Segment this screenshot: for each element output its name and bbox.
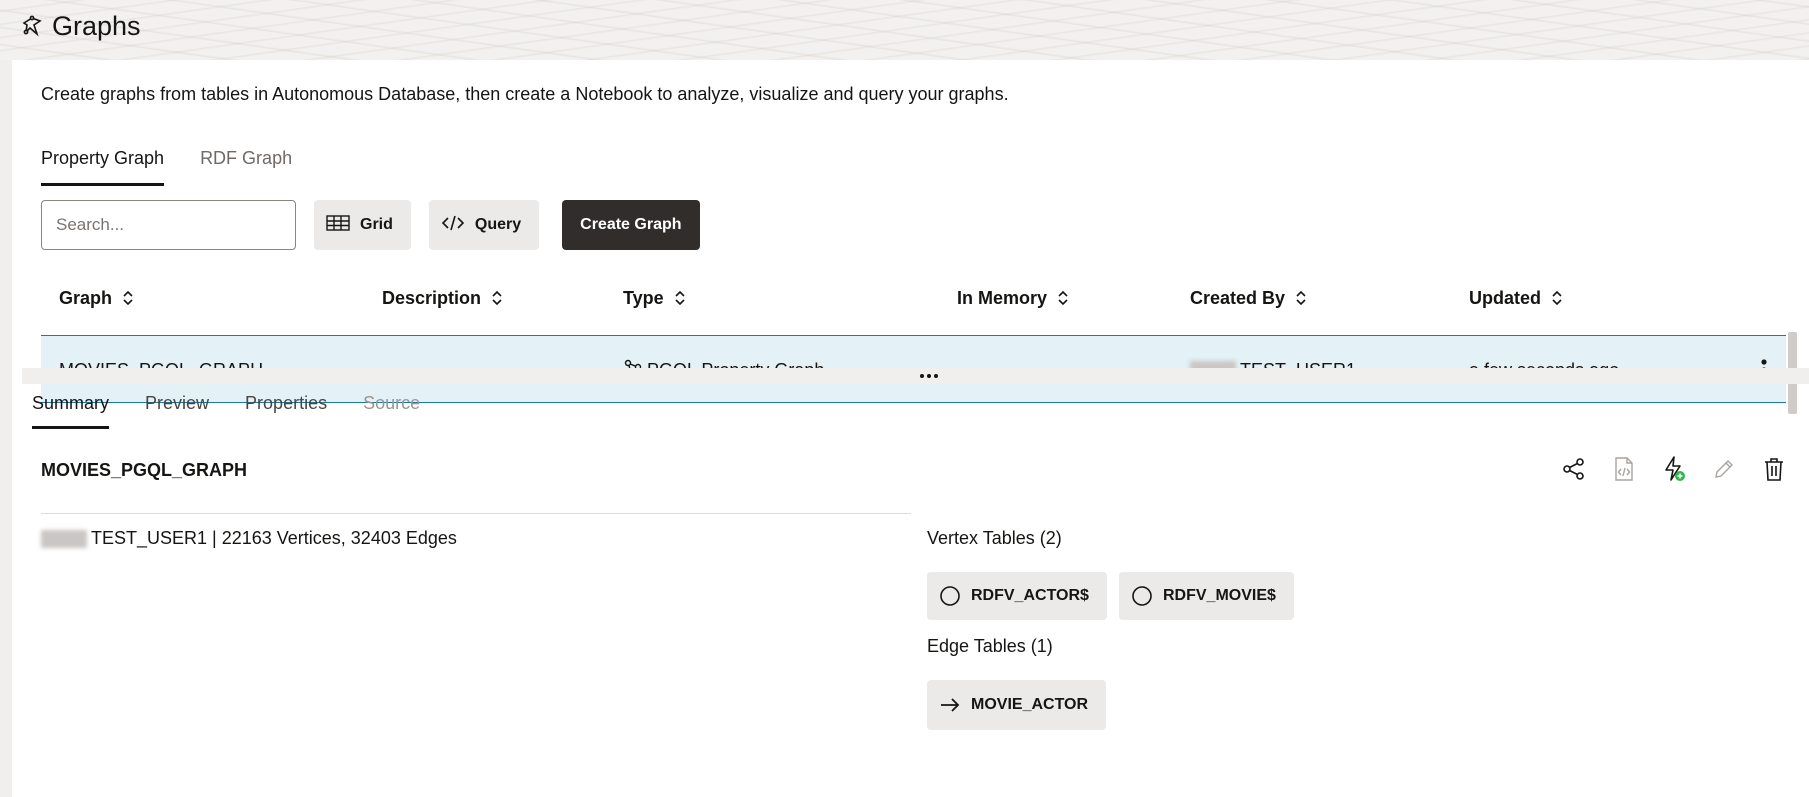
drag-handle-icon [920,374,938,378]
grid-label: Grid [360,216,393,233]
delete-icon[interactable] [1758,453,1790,485]
tab-property-graph[interactable]: Property Graph [41,148,165,186]
sort-icon [491,290,503,306]
detail-title: MOVIES_PGQL_GRAPH [41,460,248,480]
summary-divider [41,513,911,514]
detail-actions [1558,453,1790,485]
tab-properties[interactable]: Properties [245,393,327,429]
query-label: Query [474,216,522,233]
sort-icon [1057,290,1069,306]
share-graph-icon[interactable] [1558,453,1590,485]
sort-icon [1551,290,1563,306]
tab-preview[interactable]: Preview [145,393,209,429]
vertex-table-chip[interactable]: RDFV_MOVIE$ [1119,572,1294,620]
page-banner: Graphs [0,0,1809,60]
edge-table-chip[interactable]: MOVIE_ACTOR [927,680,1107,730]
search-input[interactable] [41,200,296,250]
detail-tabs: Summary Preview Properties Source [32,393,420,429]
panel-resize-handle[interactable] [22,368,1809,384]
edge-tables-label: Edge Tables (1) [927,636,1053,656]
redacted-username [41,529,87,548]
sort-icon [674,290,686,306]
graph-type-tabs: Property Graph RDF Graph [41,148,292,186]
vertex-table-chip[interactable]: RDFV_ACTOR$ [927,572,1107,620]
column-header-description[interactable]: Description [382,270,503,326]
grid-icon [326,214,350,237]
load-memory-icon[interactable] [1658,453,1690,485]
column-header-updated[interactable]: Updated [1469,270,1563,326]
vertex-circle-icon [940,586,960,606]
export-code-icon [1608,453,1640,485]
sort-icon [1295,290,1307,306]
vertex-circle-icon [1132,586,1152,606]
grid-view-button[interactable]: Grid [314,200,411,250]
toolbar: Grid Query Create Graph [41,200,700,250]
intro-text: Create graphs from tables in Autonomous … [41,84,1009,104]
query-button[interactable]: Query [428,200,540,250]
tab-source: Source [363,393,421,413]
main-card: Create graphs from tables in Autonomous … [12,60,1809,797]
tab-rdf-graph[interactable]: RDF Graph [200,148,292,186]
table-header: Graph Description Type In Memory Created… [41,270,1789,326]
create-graph-button[interactable]: Create Graph [562,200,700,250]
column-header-type[interactable]: Type [623,270,686,326]
column-header-created-by[interactable]: Created By [1190,270,1307,326]
column-header-graph[interactable]: Graph [59,270,134,326]
column-header-in-memory[interactable]: In Memory [957,270,1069,326]
page-title: Graphs [52,10,141,41]
arrow-right-icon [941,698,960,712]
tab-summary[interactable]: Summary [32,393,110,429]
vertex-tables-label: Vertex Tables (2) [927,528,1062,548]
graph-logo-icon [18,12,46,40]
page-header: Graphs [18,10,141,42]
graph-meta: TEST_USER1 | 22163 Vertices, 32403 Edges [41,528,457,549]
edit-icon [1708,453,1740,485]
code-icon [441,214,465,237]
sort-icon [122,290,134,306]
